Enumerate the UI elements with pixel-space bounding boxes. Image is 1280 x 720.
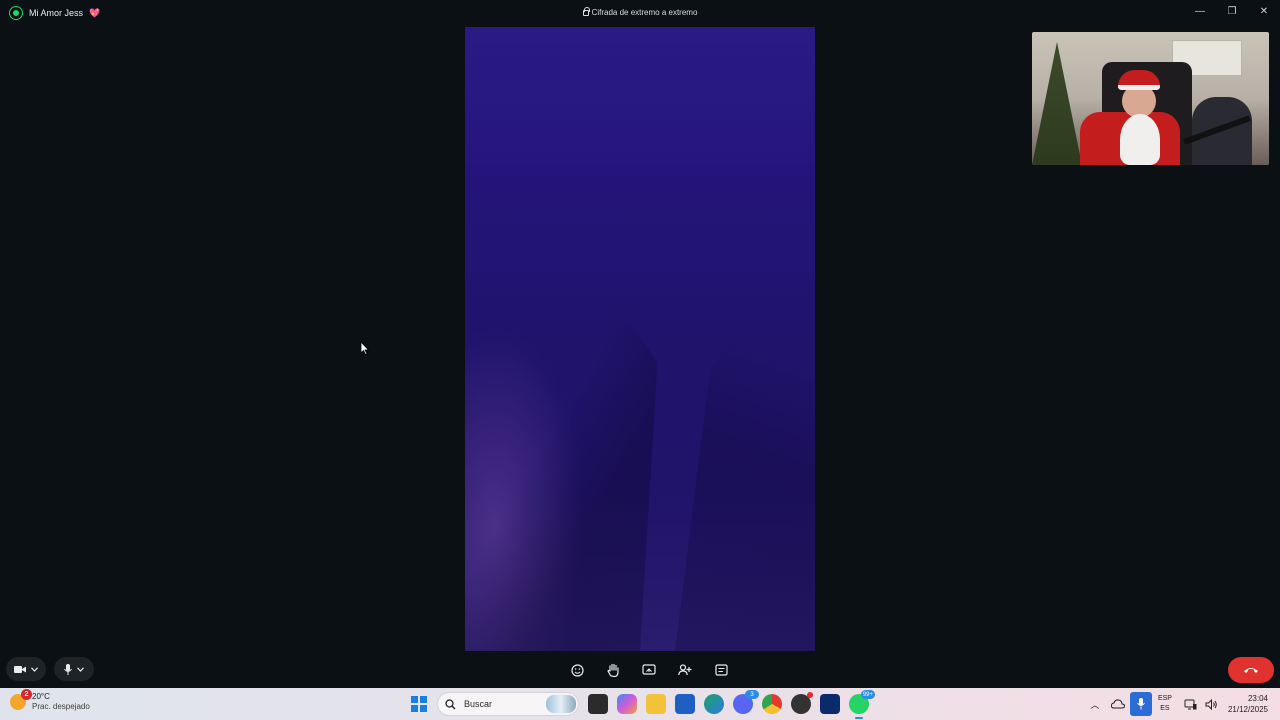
emoji-icon [570, 663, 584, 677]
raise-hand-button[interactable] [602, 660, 624, 680]
christmas-tree [1032, 42, 1082, 165]
weather-description: Prac. despejado [32, 702, 90, 711]
screen-share-icon [642, 664, 656, 675]
hand-icon [606, 663, 619, 677]
copilot-icon[interactable] [617, 694, 637, 714]
weather-widget[interactable]: 2 20°C Prac. despejado [10, 689, 90, 712]
microphone-in-use-icon[interactable] [1129, 692, 1152, 716]
task-view-icon[interactable] [588, 694, 608, 714]
file-explorer-icon[interactable] [646, 694, 666, 714]
video-camera-icon [14, 665, 26, 673]
media-toggles [6, 657, 94, 681]
whatsapp-badge: 99+ [860, 690, 875, 699]
microsoft-store-icon[interactable] [675, 694, 695, 714]
captions-button[interactable] [710, 660, 732, 680]
taskbar-search-box[interactable]: Buscar [437, 692, 579, 716]
temperature: 20°C [32, 692, 50, 701]
search-icon [445, 698, 456, 709]
captions-icon [714, 664, 728, 676]
microphone-icon [64, 663, 72, 675]
chevron-down-icon[interactable] [77, 666, 84, 672]
lock-icon [582, 7, 590, 16]
self-video-preview[interactable] [1032, 32, 1269, 165]
remote-video-feed [465, 27, 815, 651]
network-icon[interactable] [1182, 695, 1200, 713]
mic-toggle-button[interactable] [54, 657, 94, 681]
add-participant-button[interactable] [674, 660, 696, 680]
emoji-reaction-button[interactable] [566, 660, 588, 680]
taskbar-clock[interactable]: 23:04 21/12/2025 [1228, 693, 1268, 715]
santa-hat [1118, 70, 1160, 90]
video-toggle-button[interactable] [6, 657, 46, 681]
windows-taskbar: 2 20°C Prac. despejado Buscar 3 99+ ︿ ES… [0, 688, 1280, 720]
chrome-icon[interactable] [762, 694, 782, 714]
share-screen-button[interactable] [638, 660, 660, 680]
add-person-icon [678, 664, 692, 676]
close-button[interactable]: ✕ [1248, 0, 1280, 22]
input-language-indicator[interactable]: ESP ES [1158, 694, 1172, 714]
weather-sun-icon: 2 [10, 689, 32, 710]
whatsapp-call-window: Mi Amor Jess 💖 Cifrada de extremo a extr… [0, 0, 1280, 688]
call-controls-bar [566, 660, 732, 680]
minimize-button[interactable]: — [1184, 0, 1216, 22]
system-tray: ︿ ESP ES 23:04 21/12/2025 [1087, 688, 1280, 720]
chevron-down-icon[interactable] [31, 666, 38, 672]
clock-date: 21/12/2025 [1227, 705, 1268, 714]
whatsapp-taskbar-icon[interactable]: 99+ [849, 690, 875, 719]
search-placeholder: Buscar [464, 699, 493, 709]
title-bar: Mi Amor Jess 💖 Cifrada de extremo a extr… [0, 0, 1280, 28]
app-icon[interactable] [820, 694, 840, 714]
discord-badge: 3 [745, 690, 759, 699]
taskbar-apps: 3 99+ [588, 690, 875, 719]
weather-badge: 2 [21, 689, 32, 700]
lang-bottom: ES [1160, 705, 1170, 712]
window-controls: — ❐ ✕ [1184, 0, 1280, 22]
encryption-text: Cifrada de extremo a extremo [591, 8, 698, 17]
search-highlight-image [546, 695, 576, 713]
cloud-sync-icon[interactable] [1109, 695, 1127, 713]
discord-icon[interactable]: 3 [733, 690, 759, 714]
notification-dot [807, 692, 813, 698]
show-hidden-icons-chevron-up-icon[interactable]: ︿ [1087, 698, 1103, 711]
santa-beard [1120, 114, 1160, 165]
start-button-icon[interactable] [411, 696, 427, 712]
hang-up-icon [1244, 668, 1258, 673]
encryption-notice: Cifrada de extremo a extremo [0, 7, 1280, 17]
maximize-button[interactable]: ❐ [1216, 0, 1248, 22]
lang-top: ESP [1157, 695, 1172, 702]
volume-icon[interactable] [1203, 695, 1221, 713]
clock-time: 23:04 [1247, 694, 1268, 703]
obs-icon[interactable] [791, 692, 813, 714]
edge-browser-icon[interactable] [704, 694, 724, 714]
end-call-button[interactable] [1228, 657, 1274, 683]
